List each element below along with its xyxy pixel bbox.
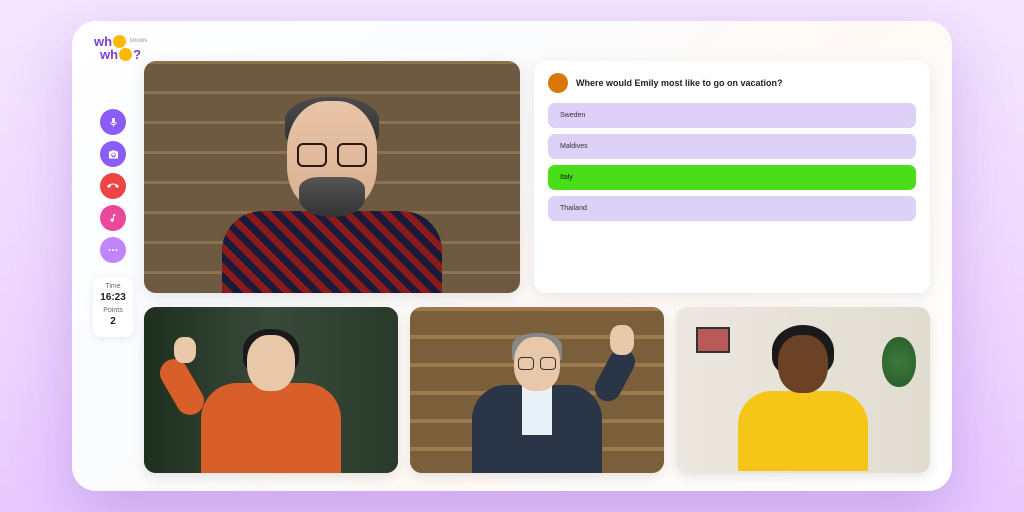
question-avatar (548, 73, 568, 93)
participant-video[interactable] (144, 307, 398, 473)
app-logo: wh knows wh? (94, 35, 147, 61)
participant-video[interactable] (676, 307, 930, 473)
emoji-icon (119, 48, 132, 61)
question-text: Where would Emily most like to go on vac… (576, 78, 783, 88)
music-button[interactable] (100, 205, 126, 231)
points-value: 2 (97, 316, 129, 327)
logo-knows: knows (130, 39, 147, 44)
main-video[interactable] (144, 61, 520, 293)
participant-video[interactable] (410, 307, 664, 473)
sidebar: Time 16:23 Points 2 (94, 109, 132, 337)
app-window: wh knows wh? Time 16:23 Points 2 (72, 21, 952, 491)
quiz-option-selected[interactable]: Italy (548, 165, 916, 190)
hangup-button[interactable] (100, 173, 126, 199)
more-button[interactable] (100, 237, 126, 263)
logo-suffix: ? (133, 49, 141, 61)
time-label: Time (97, 283, 129, 290)
points-label: Points (97, 307, 129, 314)
quiz-panel: Where would Emily most like to go on vac… (534, 61, 930, 293)
quiz-option[interactable]: Sweden (548, 103, 916, 128)
mic-button[interactable] (100, 109, 126, 135)
quiz-option[interactable]: Thailand (548, 196, 916, 221)
logo-text-1: wh (94, 36, 112, 48)
camera-button[interactable] (100, 141, 126, 167)
logo-text-2: wh (100, 49, 118, 61)
stats-panel: Time 16:23 Points 2 (93, 277, 133, 337)
emoji-icon (113, 35, 126, 48)
content-area: Where would Emily most like to go on vac… (144, 61, 930, 473)
quiz-option[interactable]: Maldives (548, 134, 916, 159)
time-value: 16:23 (97, 292, 129, 303)
